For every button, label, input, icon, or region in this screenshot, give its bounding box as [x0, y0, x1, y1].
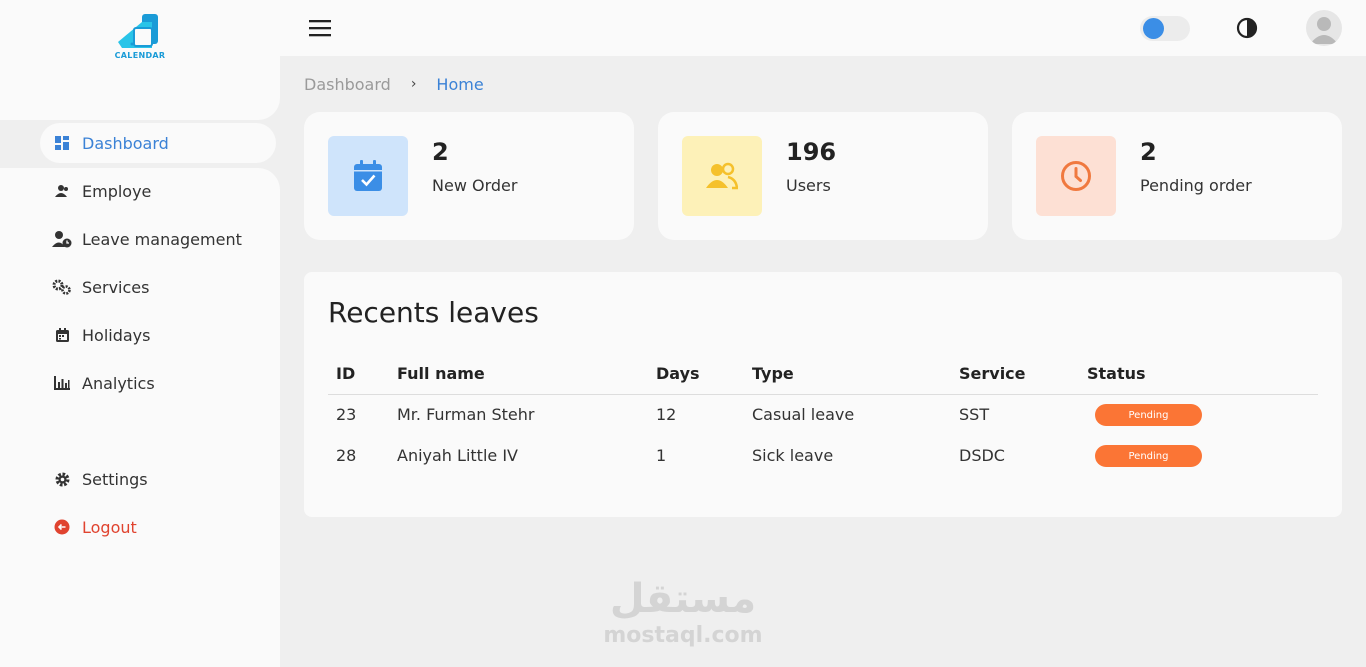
sidebar-item-label: Services	[82, 277, 150, 297]
contrast-icon[interactable]	[1236, 17, 1258, 39]
stat-card-new-order: 2 New Order	[304, 112, 634, 240]
sidebar-item-dashboard[interactable]: Dashboard	[40, 123, 276, 163]
gear-icon	[52, 469, 72, 489]
hamburger-icon[interactable]	[308, 16, 332, 40]
column-header-full-name: Full name	[397, 364, 485, 383]
gears-icon	[52, 277, 72, 297]
recent-leaves-panel: Recents leaves ID Full name Days Type Se…	[304, 272, 1342, 517]
stat-value: 196	[786, 138, 837, 166]
stat-label: Pending order	[1140, 176, 1252, 195]
stat-label: New Order	[432, 176, 518, 195]
table-header-divider	[328, 394, 1318, 395]
sidebar: CALENDAR Dashboard Employe Leave managem…	[0, 0, 280, 667]
breadcrumb-current[interactable]: Home	[436, 75, 483, 94]
watermark-latin: mostaql.com	[603, 623, 763, 648]
status-badge: Pending	[1095, 404, 1202, 426]
sidebar-item-label: Dashboard	[82, 133, 169, 153]
users-icon	[52, 181, 72, 201]
sidebar-item-logout[interactable]: Logout	[40, 507, 276, 547]
dashboard-icon	[52, 133, 72, 153]
cell-service: DSDC	[959, 446, 1005, 465]
sidebar-item-holidays[interactable]: Holidays	[40, 315, 276, 355]
cell-full-name: Aniyah Little IV	[397, 446, 518, 465]
theme-toggle-switch[interactable]	[1140, 16, 1190, 41]
cell-days: 1	[656, 446, 667, 465]
sidebar-item-label: Analytics	[82, 373, 155, 393]
logo-text: CALENDAR	[114, 51, 166, 60]
sidebar-item-label: Logout	[82, 517, 137, 537]
sidebar-logo-area: CALENDAR	[0, 0, 280, 120]
cell-days: 12	[656, 405, 677, 424]
toggle-knob	[1143, 18, 1164, 39]
breadcrumb-parent-link[interactable]: Dashboard	[304, 75, 391, 94]
column-header-service: Service	[959, 364, 1026, 383]
cell-type: Sick leave	[752, 446, 834, 465]
sidebar-item-label: Holidays	[82, 325, 151, 345]
watermark: مستقل mostaql.com	[598, 574, 768, 648]
column-header-days: Days	[656, 364, 700, 383]
breadcrumb-separator: ›	[410, 76, 417, 92]
cell-type: Casual leave	[752, 405, 855, 424]
panel-title: Recents leaves	[328, 296, 539, 329]
column-header-type: Type	[752, 364, 794, 383]
calendar-icon	[52, 325, 72, 345]
sidebar-item-label: Leave management	[82, 229, 242, 249]
stat-value: 2	[1140, 138, 1157, 166]
sidebar-item-settings[interactable]: Settings	[40, 459, 276, 499]
user-clock-icon	[52, 229, 72, 249]
calendar-check-icon	[328, 136, 408, 216]
user-avatar-icon[interactable]	[1306, 10, 1342, 46]
users-icon	[682, 136, 762, 216]
sidebar-item-services[interactable]: Services	[40, 267, 276, 307]
stat-card-users: 196 Users	[658, 112, 988, 240]
stat-card-pending-order: 2 Pending order	[1012, 112, 1342, 240]
status-badge: Pending	[1095, 445, 1202, 467]
sidebar-item-label: Employe	[82, 181, 152, 201]
column-header-status: Status	[1087, 364, 1146, 383]
column-header-id: ID	[336, 364, 356, 383]
cell-full-name: Mr. Furman Stehr	[397, 405, 535, 424]
sidebar-item-analytics[interactable]: Analytics	[40, 363, 276, 403]
sidebar-item-employe[interactable]: Employe	[40, 171, 276, 211]
clock-icon	[1036, 136, 1116, 216]
stat-label: Users	[786, 176, 831, 195]
cell-id: 23	[336, 405, 357, 424]
top-header	[280, 0, 1366, 56]
watermark-arabic: مستقل	[609, 576, 757, 622]
sidebar-item-label: Settings	[82, 469, 148, 489]
breadcrumb: Dashboard › Home	[304, 72, 484, 96]
sidebar-item-leave-management[interactable]: Leave management	[40, 219, 276, 259]
cell-id: 28	[336, 446, 357, 465]
cell-service: SST	[959, 405, 990, 424]
logout-icon	[52, 517, 72, 537]
stat-value: 2	[432, 138, 449, 166]
bar-chart-icon	[52, 373, 72, 393]
